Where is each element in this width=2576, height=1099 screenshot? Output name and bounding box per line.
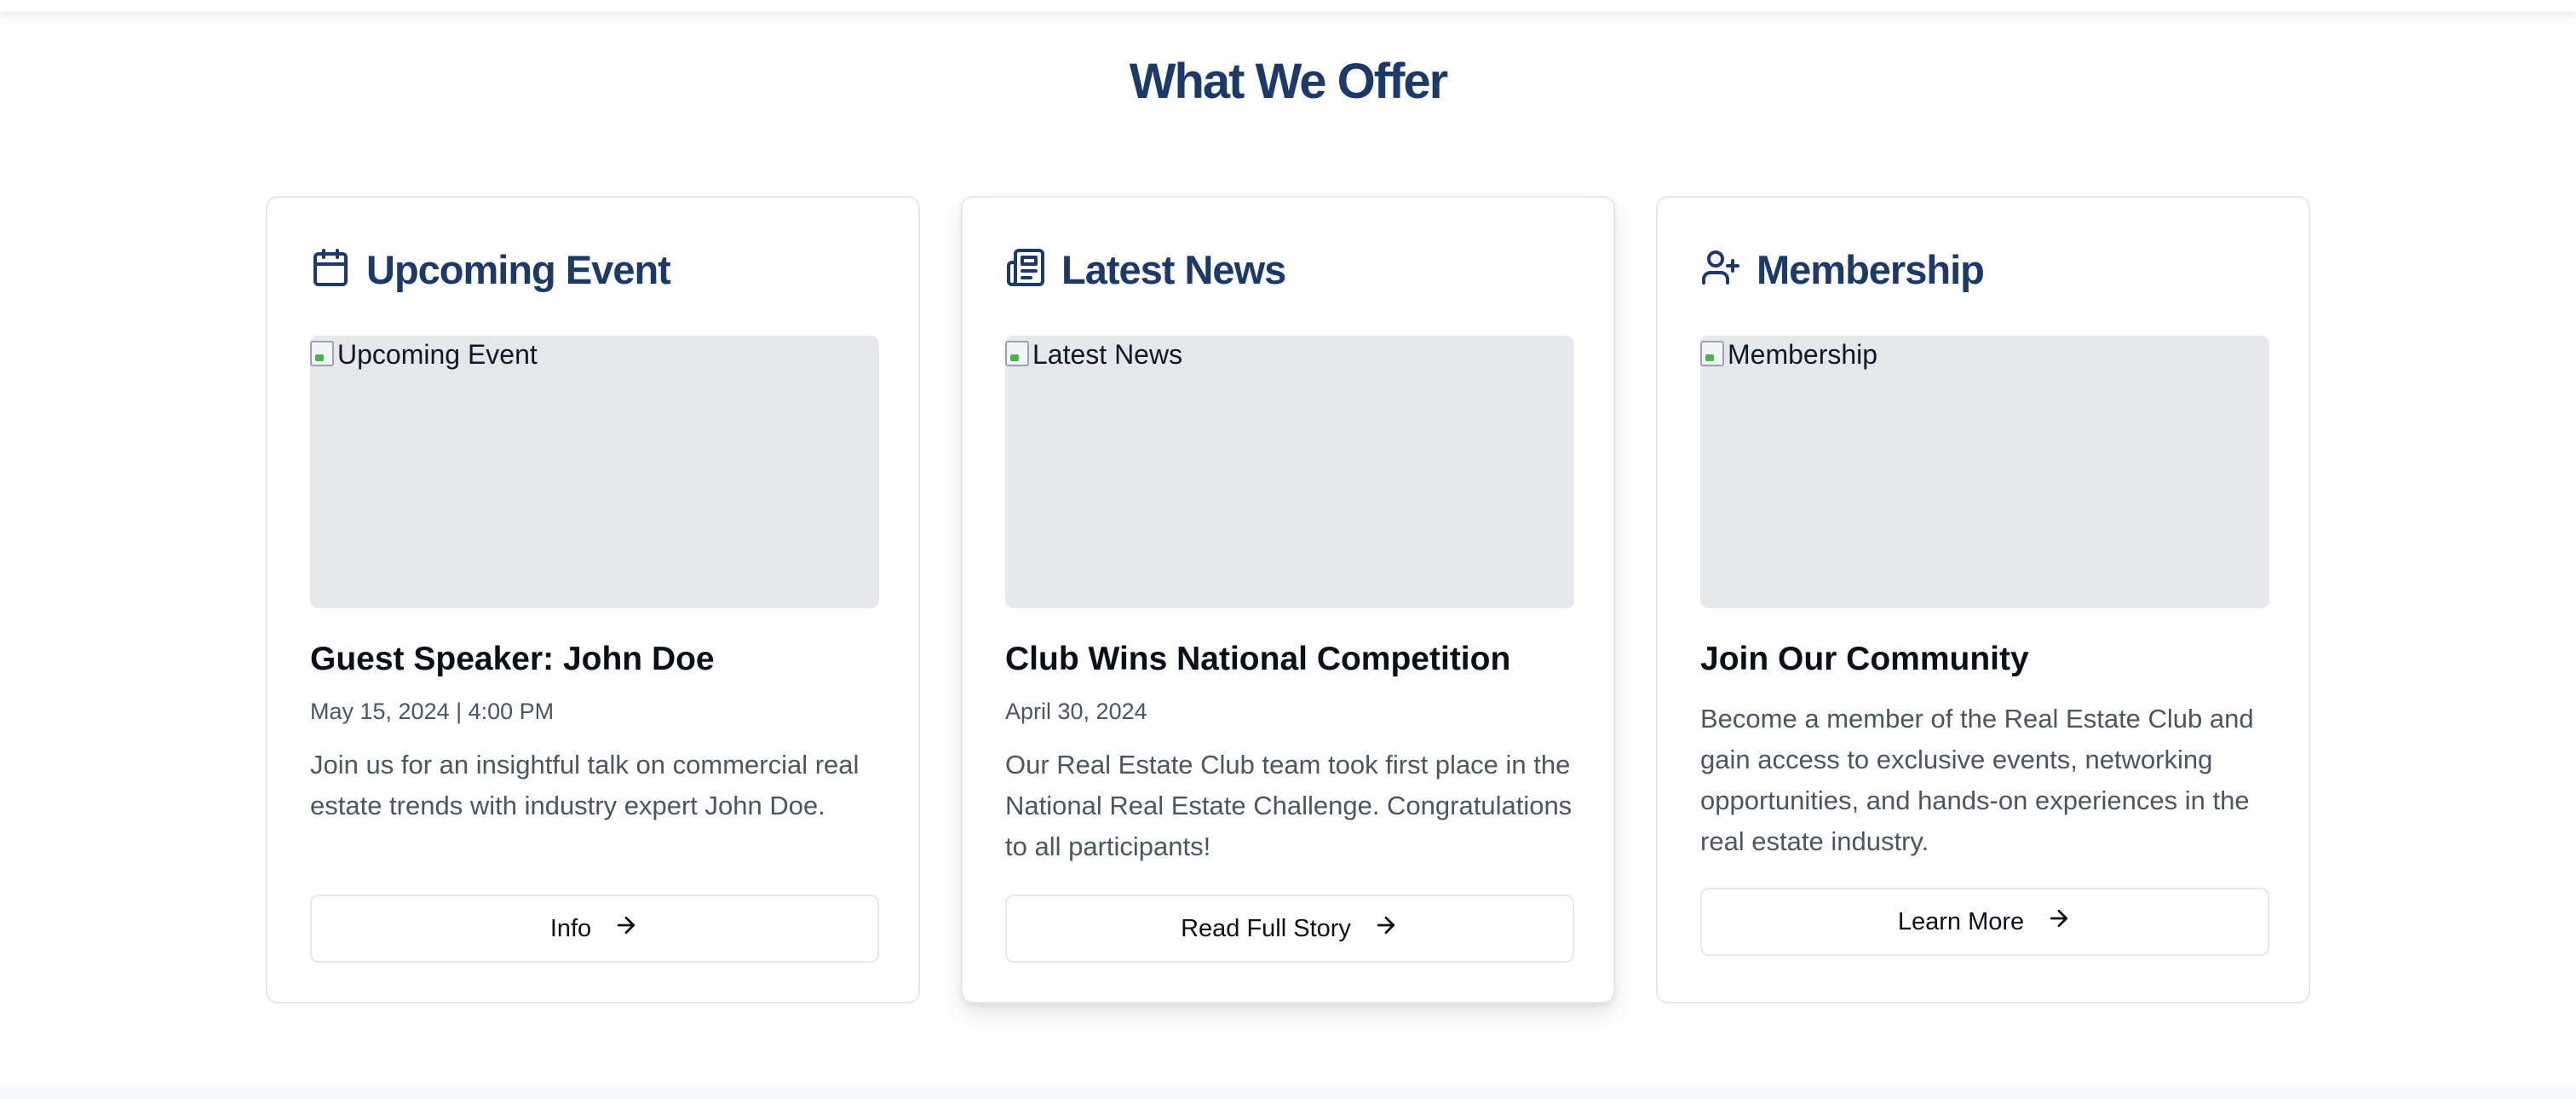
card-image: Upcoming Event [310, 336, 879, 608]
broken-image-icon [1005, 341, 1029, 366]
card-header: Latest News [1005, 244, 1286, 295]
button-label: Info [549, 914, 592, 942]
button-label: Learn More [1897, 907, 2025, 935]
card-description: Our Real Estate Club team took first pla… [1005, 750, 1573, 861]
card-upcoming-event: Upcoming Event Upcoming Event Guest Spea… [266, 196, 920, 1004]
calendar-icon [310, 247, 366, 292]
arrow-right-icon [591, 912, 639, 945]
card-header: Membership [1700, 244, 1985, 295]
card-membership: Membership Membership Join Our Community… [1656, 196, 2310, 1004]
card-date: April 30, 2024 [1005, 699, 1147, 724]
card-date: May 15, 2024 | 4:00 PM [310, 699, 555, 724]
learn-more-button[interactable]: Learn More [1700, 888, 2269, 956]
card-subtitle: Club Wins National Competition [1005, 641, 1511, 677]
header-bar-edge [0, 0, 2576, 12]
card-image: Membership [1700, 336, 2269, 608]
card-subtitle: Guest Speaker: John Doe [310, 641, 715, 677]
card-latest-news: Latest News Latest News Club Wins Nation… [961, 196, 1615, 1004]
card-subtitle: Join Our Community [1700, 641, 2029, 677]
read-full-story-button[interactable]: Read Full Story [1005, 895, 1574, 963]
image-alt-text: Latest News [1032, 339, 1183, 370]
section-title: What We Offer [1129, 54, 1449, 109]
info-button[interactable]: Info [310, 895, 879, 963]
card-description: Join us for an insightful talk on commer… [310, 750, 860, 820]
button-label: Read Full Story [1181, 914, 1351, 942]
user-plus-icon [1700, 247, 1757, 292]
card-title: Membership [1757, 246, 1985, 292]
card-title: Upcoming Event [366, 246, 671, 292]
card-header: Upcoming Event [310, 244, 671, 295]
arrow-right-icon [1351, 912, 1399, 945]
footer-edge [0, 1087, 2576, 1099]
broken-image-alt: Latest News [1005, 339, 1182, 371]
broken-image-alt: Membership [1700, 339, 1877, 371]
card-title: Latest News [1061, 246, 1286, 292]
card-image: Latest News [1005, 336, 1574, 608]
offer-cards: Upcoming Event Upcoming Event Guest Spea… [266, 196, 2310, 1004]
broken-image-icon [310, 341, 334, 366]
broken-image-alt: Upcoming Event [310, 339, 538, 371]
image-alt-text: Membership [1728, 339, 1878, 370]
newspaper-icon [1005, 247, 1061, 292]
image-alt-text: Upcoming Event [337, 339, 538, 370]
broken-image-icon [1700, 341, 1724, 366]
arrow-right-icon [2024, 906, 2072, 938]
card-description: Become a member of the Real Estate Club … [1700, 704, 2254, 856]
